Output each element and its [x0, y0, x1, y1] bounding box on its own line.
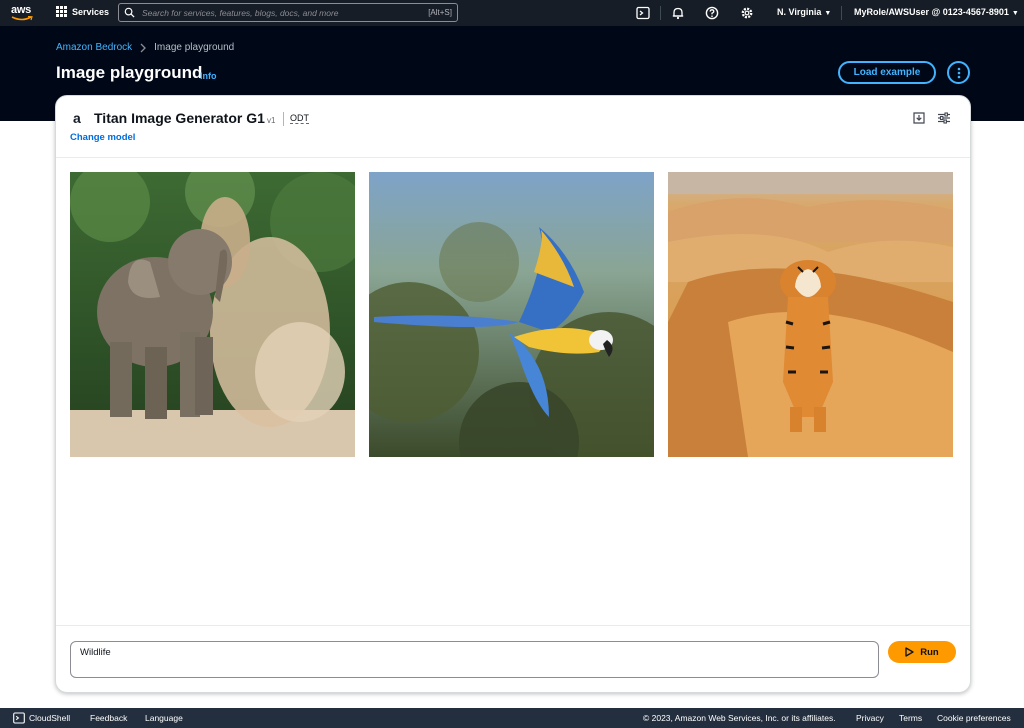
region-selector[interactable]: N. Virginia ▼ — [777, 7, 831, 17]
account-menu[interactable]: MyRole/AWSUser @ 0123-4567-8901 ▼ — [854, 7, 1019, 17]
aws-smile-icon — [11, 16, 33, 21]
footer-cloudshell-link[interactable]: CloudShell — [29, 713, 70, 723]
generated-image-elephant[interactable] — [70, 172, 355, 457]
footer-copyright: © 2023, Amazon Web Services, Inc. or its… — [643, 713, 836, 723]
generated-image-macaw[interactable] — [369, 172, 654, 457]
nav-divider — [841, 6, 842, 20]
tiger-image — [668, 172, 953, 457]
macaw-image — [369, 172, 654, 457]
grid-icon — [56, 6, 67, 17]
card-divider — [56, 625, 970, 626]
nav-divider — [660, 6, 661, 20]
breadcrumb-link-amazon-bedrock[interactable]: Amazon Bedrock — [56, 42, 132, 53]
cloudshell-icon — [13, 712, 25, 724]
console-footer: CloudShell Feedback Language © 2023, Ama… — [0, 708, 1024, 728]
breadcrumb-current: Image playground — [154, 42, 235, 53]
account-label: MyRole/AWSUser @ 0123-4567-8901 — [854, 7, 1009, 17]
elephant-image — [70, 172, 355, 457]
search-placeholder: Search for services, features, blogs, do… — [142, 7, 339, 18]
info-link[interactable]: Info — [200, 71, 217, 81]
footer-cookie-preferences-link[interactable]: Cookie preferences — [937, 713, 1011, 723]
card-divider — [56, 157, 970, 158]
settings-sliders-icon[interactable] — [937, 111, 951, 125]
aws-logo[interactable]: aws — [10, 4, 36, 22]
search-icon — [124, 7, 135, 18]
services-menu-button[interactable]: Services — [56, 6, 109, 17]
throughput-label[interactable]: ODT — [290, 113, 309, 124]
search-input[interactable]: Search for services, features, blogs, do… — [118, 3, 458, 22]
footer-privacy-link[interactable]: Privacy — [856, 713, 884, 723]
search-shortcut: [Alt+S] — [428, 8, 452, 17]
caret-down-icon: ▼ — [1011, 10, 1019, 17]
gear-icon[interactable] — [740, 6, 754, 20]
generated-image-tiger[interactable] — [668, 172, 953, 457]
run-button[interactable]: Run — [888, 641, 956, 663]
caret-down-icon: ▼ — [824, 10, 832, 17]
cloudshell-icon[interactable] — [636, 6, 650, 20]
chevron-right-icon — [140, 43, 147, 52]
vertical-ellipsis-icon — [957, 67, 960, 78]
footer-terms-link[interactable]: Terms — [899, 713, 922, 723]
region-label: N. Virginia — [777, 7, 822, 17]
model-divider — [283, 112, 284, 126]
load-example-button[interactable]: Load example — [838, 61, 936, 84]
download-icon[interactable] — [912, 111, 926, 125]
more-actions-button[interactable] — [947, 61, 970, 84]
change-model-link[interactable]: Change model — [70, 132, 135, 143]
page-title: Image playground — [56, 63, 203, 82]
services-label: Services — [72, 6, 110, 17]
aws-logo-text: aws — [11, 4, 31, 16]
play-icon — [905, 647, 914, 657]
run-label: Run — [920, 646, 939, 658]
playground-card: a Titan Image Generator G1 v1 ODT Change… — [55, 95, 971, 693]
bell-icon[interactable] — [671, 6, 685, 20]
model-version: v1 — [267, 116, 276, 125]
help-icon[interactable] — [705, 6, 719, 20]
top-navigation: aws Services Search for services, featur… — [0, 0, 1024, 26]
footer-feedback-link[interactable]: Feedback — [90, 713, 127, 723]
footer-language-link[interactable]: Language — [145, 713, 183, 723]
breadcrumb: Amazon Bedrock Image playground — [56, 42, 234, 53]
amazon-logo-icon: a — [73, 110, 81, 126]
model-name: Titan Image Generator G1 — [94, 110, 265, 126]
prompt-input[interactable]: Wildlife — [70, 641, 879, 678]
